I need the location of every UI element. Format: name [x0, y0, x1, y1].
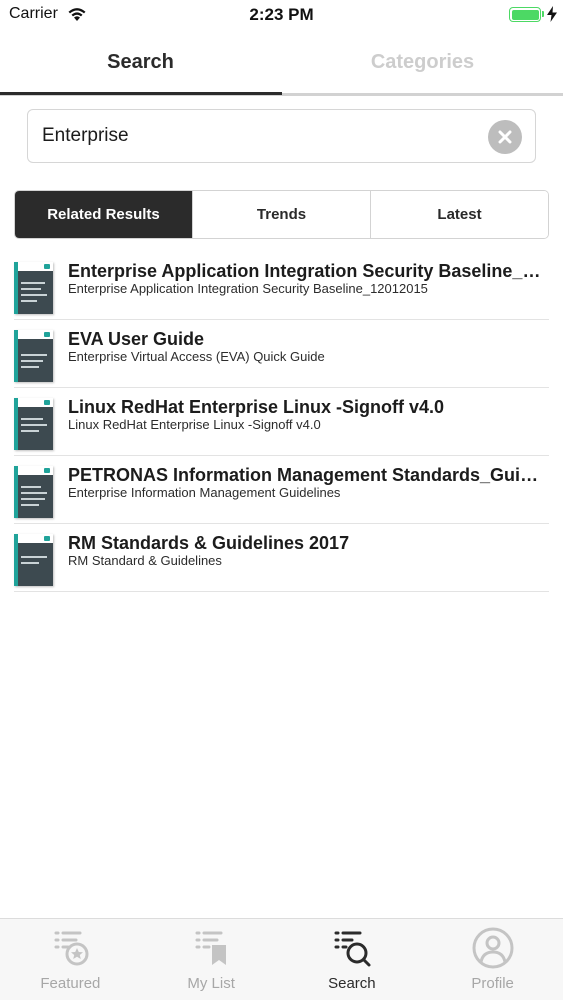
tab-search-bottom[interactable]: Search [282, 919, 423, 1000]
battery-icon [509, 7, 541, 22]
my-list-icon [195, 931, 227, 965]
document-thumbnail [14, 330, 53, 382]
tab-profile[interactable]: Profile [422, 919, 563, 1000]
profile-icon [472, 927, 514, 969]
results-list: Enterprise Application Integration Secur… [14, 252, 549, 592]
results-segmented-control: Related Results Trends Latest [14, 190, 549, 239]
result-subtitle: Enterprise Virtual Access (EVA) Quick Gu… [68, 349, 325, 364]
segment-trends[interactable]: Trends [192, 191, 370, 238]
search-input[interactable]: Enterprise [42, 125, 129, 147]
tab-my-list[interactable]: My List [141, 919, 282, 1000]
result-title: PETRONAS Information Management Standard… [68, 465, 546, 485]
tab-search[interactable]: Search [0, 28, 281, 96]
document-thumbnail [14, 466, 53, 518]
active-tab-indicator [0, 92, 282, 95]
clear-search-button[interactable] [488, 120, 522, 154]
document-thumbnail [14, 398, 53, 450]
list-item[interactable]: RM Standards & Guidelines 2017 RM Standa… [14, 524, 549, 592]
list-item[interactable]: EVA User Guide Enterprise Virtual Access… [14, 320, 549, 388]
segment-latest[interactable]: Latest [370, 191, 548, 238]
list-item[interactable]: PETRONAS Information Management Standard… [14, 456, 549, 524]
bottom-tab-bar: Featured My List Search Profile [0, 918, 563, 1000]
status-bar: Carrier 2:23 PM [0, 0, 563, 28]
segment-related-results[interactable]: Related Results [15, 191, 192, 238]
search-list-icon [334, 931, 371, 967]
result-subtitle: RM Standard & Guidelines [68, 553, 222, 568]
result-title: Enterprise Application Integration Secur… [68, 261, 546, 281]
document-thumbnail [14, 534, 53, 586]
tab-label: Profile [471, 975, 514, 992]
tab-featured[interactable]: Featured [0, 919, 141, 1000]
list-item[interactable]: Linux RedHat Enterprise Linux -Signoff v… [14, 388, 549, 456]
featured-icon [54, 931, 89, 966]
result-title: EVA User Guide [68, 329, 205, 349]
tab-label: Featured [40, 975, 101, 992]
status-time: 2:23 PM [249, 5, 314, 24]
result-title: Linux RedHat Enterprise Linux -Signoff v… [68, 397, 445, 417]
tab-label: My List [187, 975, 235, 992]
list-item[interactable]: Enterprise Application Integration Secur… [14, 252, 549, 320]
result-subtitle: Enterprise Application Integration Secur… [68, 281, 428, 296]
battery-tip [542, 11, 544, 17]
top-tabs: Search Categories [0, 28, 563, 96]
document-thumbnail [14, 262, 53, 314]
result-title: RM Standards & Guidelines 2017 [68, 533, 350, 553]
tab-label: Search [328, 975, 376, 992]
clear-circle-icon [498, 130, 512, 144]
result-subtitle: Linux RedHat Enterprise Linux -Signoff v… [68, 417, 321, 432]
search-field[interactable]: Enterprise [27, 109, 536, 163]
tab-categories[interactable]: Categories [282, 28, 563, 96]
charging-bolt-icon [547, 6, 557, 22]
result-subtitle: Enterprise Information Management Guidel… [68, 485, 341, 500]
